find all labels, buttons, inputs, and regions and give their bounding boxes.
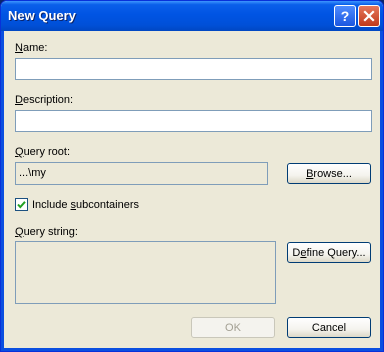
title-bar[interactable]: New Query ? (1, 1, 383, 31)
include-subcontainers-label[interactable]: Include subcontainers (32, 199, 139, 211)
help-icon: ? (340, 8, 350, 24)
name-input[interactable] (15, 58, 372, 80)
define-query-button[interactable]: De fine Query... (287, 242, 371, 263)
query-root-value: ...\my (15, 162, 268, 185)
close-button[interactable] (358, 5, 380, 27)
window-frame-left (1, 31, 4, 351)
window-title: New Query (8, 8, 76, 23)
query-root-label: Query root: (15, 146, 71, 158)
checkmark-icon (17, 201, 26, 209)
new-query-dialog: New Query ? Name: Description: Query roo… (0, 0, 384, 352)
include-subcontainers-checkbox[interactable] (15, 198, 28, 211)
query-string-label: Query string: (15, 226, 78, 238)
help-button[interactable]: ? (334, 5, 356, 27)
browse-button[interactable]: Browse... (287, 163, 371, 184)
name-label: Name: (15, 42, 48, 54)
close-icon (363, 10, 375, 22)
cancel-button[interactable]: Cancel (287, 317, 371, 338)
description-label: Description: (15, 94, 74, 106)
window-frame-right (380, 31, 383, 351)
description-input[interactable] (15, 110, 372, 132)
ok-button[interactable]: OK (191, 317, 275, 338)
window-frame-bottom (1, 348, 383, 351)
query-string-box (15, 241, 276, 304)
